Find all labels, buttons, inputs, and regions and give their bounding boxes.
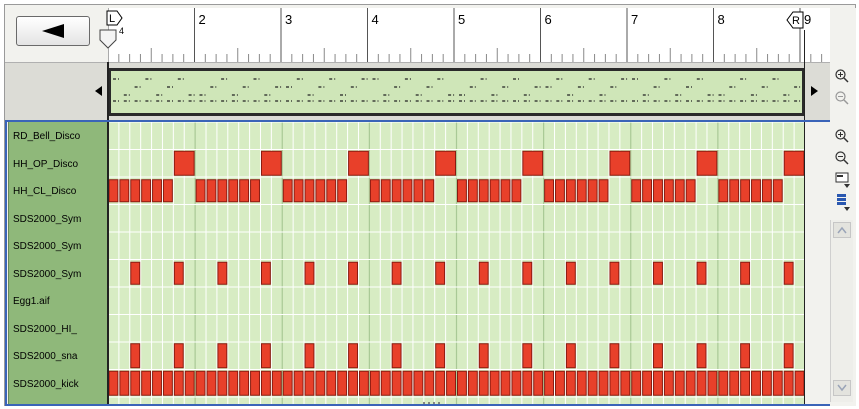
note-grid [107,121,806,404]
track-label[interactable]: SDS2000_HI_ [13,317,107,343]
track-label[interactable]: SDS2000_Sym [13,262,107,288]
zoom-in-icon[interactable] [832,126,852,146]
track-label[interactable]: HH_CL_Disco [13,179,107,205]
chevron-down-icon [837,384,847,392]
track-label[interactable]: Egg1.aif [13,289,107,315]
right-locator-marker[interactable]: R [783,10,807,32]
overview-zoom-in-icon[interactable] [832,66,852,86]
scroll-down-button[interactable] [833,380,851,396]
ruler-bar-label: 7 [631,12,639,27]
right-locator-line [804,30,805,406]
overview-left-arrow-icon[interactable] [92,84,106,98]
ruler-bar-label: 6 [544,12,552,27]
triangle-left-icon [42,24,64,38]
lane-menu-icon[interactable] [832,170,852,190]
track-label[interactable]: SDS2000_sna [13,344,107,370]
scroll-up-button[interactable] [833,222,851,238]
zoom-out-icon[interactable] [832,148,852,168]
svg-text:L: L [109,13,115,25]
resize-grip-icon[interactable] [420,400,444,406]
overview-selection[interactable] [108,68,805,116]
overview-pattern [113,78,801,102]
color-menu-icon[interactable] [832,192,852,212]
ruler-bar-label: 5 [458,12,466,27]
back-button[interactable] [16,16,90,46]
left-locator-line [107,62,109,406]
track-label[interactable]: SDS2000_kick [13,372,107,398]
ruler-bar-label: 2 [198,12,206,27]
chevron-up-icon [837,226,847,234]
playhead-marker[interactable] [96,28,120,52]
track-label[interactable]: HH_OP_Disco [13,152,107,178]
track-label[interactable]: SDS2000_Sym [13,207,107,233]
track-label[interactable]: SDS2000_Sym [13,234,107,260]
vertical-scrollbar[interactable] [830,220,853,402]
overview-zoom-out-icon[interactable] [832,88,852,108]
overview-right-arrow-icon[interactable] [808,84,822,98]
ruler-bar-label: 3 [285,12,293,27]
ruler-bar-label: 8 [717,12,725,27]
track-label[interactable]: RD_Bell_Disco [13,124,107,150]
svg-text:R: R [792,15,800,27]
track-list: RD_Bell_Disco HH_OP_Disco HH_CL_Disco SDS20… [8,122,109,404]
ruler-bar-label: 4 [371,12,379,27]
drum-grid[interactable] [107,121,806,404]
